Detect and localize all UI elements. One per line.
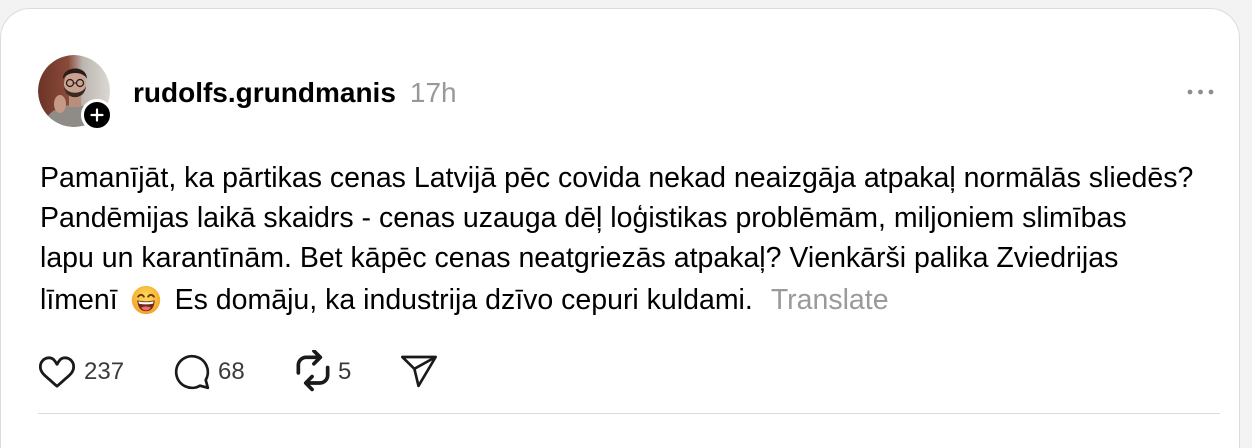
post-timestamp[interactable]: 17h	[410, 77, 457, 109]
translate-link[interactable]: Translate	[771, 280, 889, 320]
post-body: Pamanījāt, ka pārtikas cenas Latvijā pēc…	[40, 158, 1230, 322]
username-link[interactable]: rudolfs.grundmanis	[133, 77, 396, 109]
reply-button[interactable]: 68	[173, 350, 245, 394]
grinning-face-emoji-icon	[131, 285, 161, 315]
send-icon	[401, 355, 437, 388]
more-icon	[1187, 89, 1214, 95]
comment-icon	[174, 354, 210, 390]
share-button[interactable]	[399, 350, 439, 394]
post-text-line: Pamanījāt, ka pārtikas cenas Latvijā pēc…	[40, 162, 1194, 194]
post-header: rudolfs.grundmanis 17h	[133, 75, 457, 111]
repost-button[interactable]: 5	[291, 350, 351, 394]
post-text-fragment: līmenī	[40, 284, 118, 316]
post-text-line: Pandēmijas laikā skaidrs - cenas uzauga …	[40, 202, 1127, 234]
repost-count: 5	[338, 358, 352, 385]
like-button[interactable]: 237	[36, 350, 124, 394]
post-divider	[38, 413, 1220, 414]
post-text-fragment: Es domāju, ka industrija dzīvo cepuri ku…	[174, 284, 753, 316]
plus-icon	[90, 108, 104, 122]
more-options-button[interactable]	[1180, 80, 1220, 104]
reply-count: 68	[218, 358, 245, 385]
like-count: 237	[84, 358, 125, 385]
post-text-line-last: līmenī Es domāju, ka industrija dzīvo ce…	[40, 278, 1230, 322]
post-text-line: lapu un karantīnām. Bet kāpēc cenas neat…	[40, 242, 1119, 274]
repost-icon	[296, 350, 330, 392]
heart-icon	[38, 356, 76, 388]
follow-button[interactable]	[81, 99, 113, 131]
